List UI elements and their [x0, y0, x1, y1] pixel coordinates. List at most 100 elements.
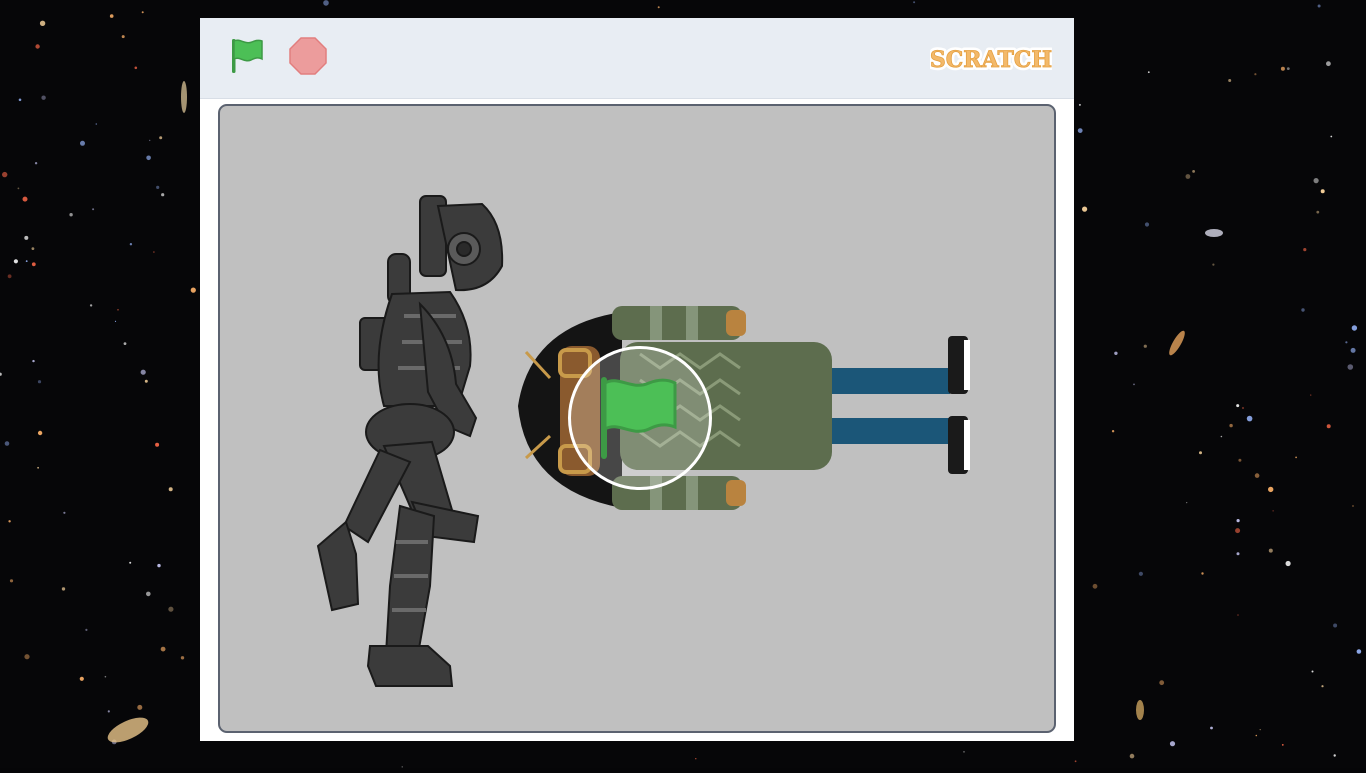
star — [31, 247, 35, 251]
green-flag-icon — [232, 39, 263, 73]
start-overlay-button[interactable] — [568, 346, 712, 490]
star — [1235, 528, 1241, 534]
star — [1259, 729, 1261, 731]
star — [95, 123, 98, 125]
star — [8, 520, 11, 523]
green-flag-icon — [601, 377, 677, 459]
star — [92, 208, 95, 211]
star — [1330, 135, 1333, 138]
star — [69, 213, 73, 217]
star — [1138, 571, 1143, 576]
star — [1238, 458, 1242, 462]
stop-button[interactable] — [288, 36, 328, 76]
star — [323, 0, 329, 6]
star — [1285, 560, 1291, 567]
scratch-player: SCRATCH SCRATCH — [200, 18, 1074, 741]
star — [18, 98, 22, 102]
star — [963, 751, 965, 753]
star — [160, 646, 166, 652]
star — [1114, 351, 1118, 355]
star — [1272, 510, 1274, 512]
star — [1333, 754, 1336, 757]
star — [1317, 4, 1321, 8]
star — [1345, 341, 1348, 344]
star — [4, 441, 10, 446]
star — [1147, 71, 1150, 74]
star — [1350, 347, 1356, 353]
star — [1356, 649, 1362, 654]
star — [1311, 670, 1314, 673]
star — [1313, 178, 1319, 184]
star — [155, 442, 160, 447]
star — [168, 487, 173, 492]
star — [1129, 753, 1135, 759]
star — [1169, 741, 1176, 747]
star — [1347, 364, 1354, 370]
star — [7, 274, 12, 279]
star — [168, 606, 174, 612]
scratch-logo: SCRATCH SCRATCH — [927, 38, 1055, 78]
star — [1351, 325, 1358, 331]
star — [1320, 189, 1325, 194]
star — [35, 44, 40, 49]
star — [109, 14, 114, 18]
star — [1143, 344, 1147, 348]
star — [129, 561, 132, 564]
star — [141, 11, 144, 14]
stage[interactable] — [218, 104, 1056, 733]
star — [32, 359, 35, 363]
star — [159, 136, 163, 140]
star — [153, 251, 155, 253]
star — [156, 185, 160, 189]
star — [1144, 222, 1150, 227]
star — [89, 304, 93, 307]
star — [1074, 760, 1077, 763]
star — [1310, 394, 1312, 396]
star — [1228, 79, 1232, 82]
star — [1286, 67, 1290, 70]
star — [1220, 435, 1223, 438]
green-flag-button[interactable] — [228, 36, 268, 76]
star — [107, 710, 110, 713]
star — [24, 235, 29, 240]
star — [37, 430, 43, 436]
star — [123, 342, 127, 345]
star — [146, 155, 151, 161]
star — [39, 20, 46, 26]
star — [913, 1, 916, 4]
star — [1246, 415, 1253, 422]
star — [1254, 73, 1257, 76]
star — [41, 95, 46, 100]
star — [161, 193, 165, 197]
star — [114, 320, 117, 322]
star — [17, 187, 20, 190]
star — [1352, 505, 1354, 507]
star — [657, 6, 660, 9]
star — [190, 287, 196, 293]
star — [121, 35, 125, 39]
star — [1316, 210, 1320, 214]
star — [1186, 502, 1188, 504]
star — [1082, 206, 1088, 212]
star — [1321, 685, 1324, 688]
star — [1295, 456, 1297, 459]
star — [1185, 174, 1191, 179]
star — [117, 309, 119, 311]
star — [149, 139, 151, 142]
star — [129, 243, 133, 246]
star — [1236, 404, 1240, 408]
star — [1192, 170, 1195, 173]
star — [104, 675, 107, 678]
star — [37, 466, 39, 469]
star — [1333, 623, 1338, 628]
star — [1077, 128, 1083, 134]
star — [1210, 726, 1213, 730]
robot-sprite[interactable] — [316, 195, 504, 687]
star — [1236, 552, 1240, 556]
star — [1092, 583, 1098, 589]
star — [1281, 744, 1284, 746]
star — [1268, 548, 1273, 553]
star — [1303, 248, 1307, 252]
star — [1212, 263, 1215, 266]
star — [1159, 680, 1165, 686]
